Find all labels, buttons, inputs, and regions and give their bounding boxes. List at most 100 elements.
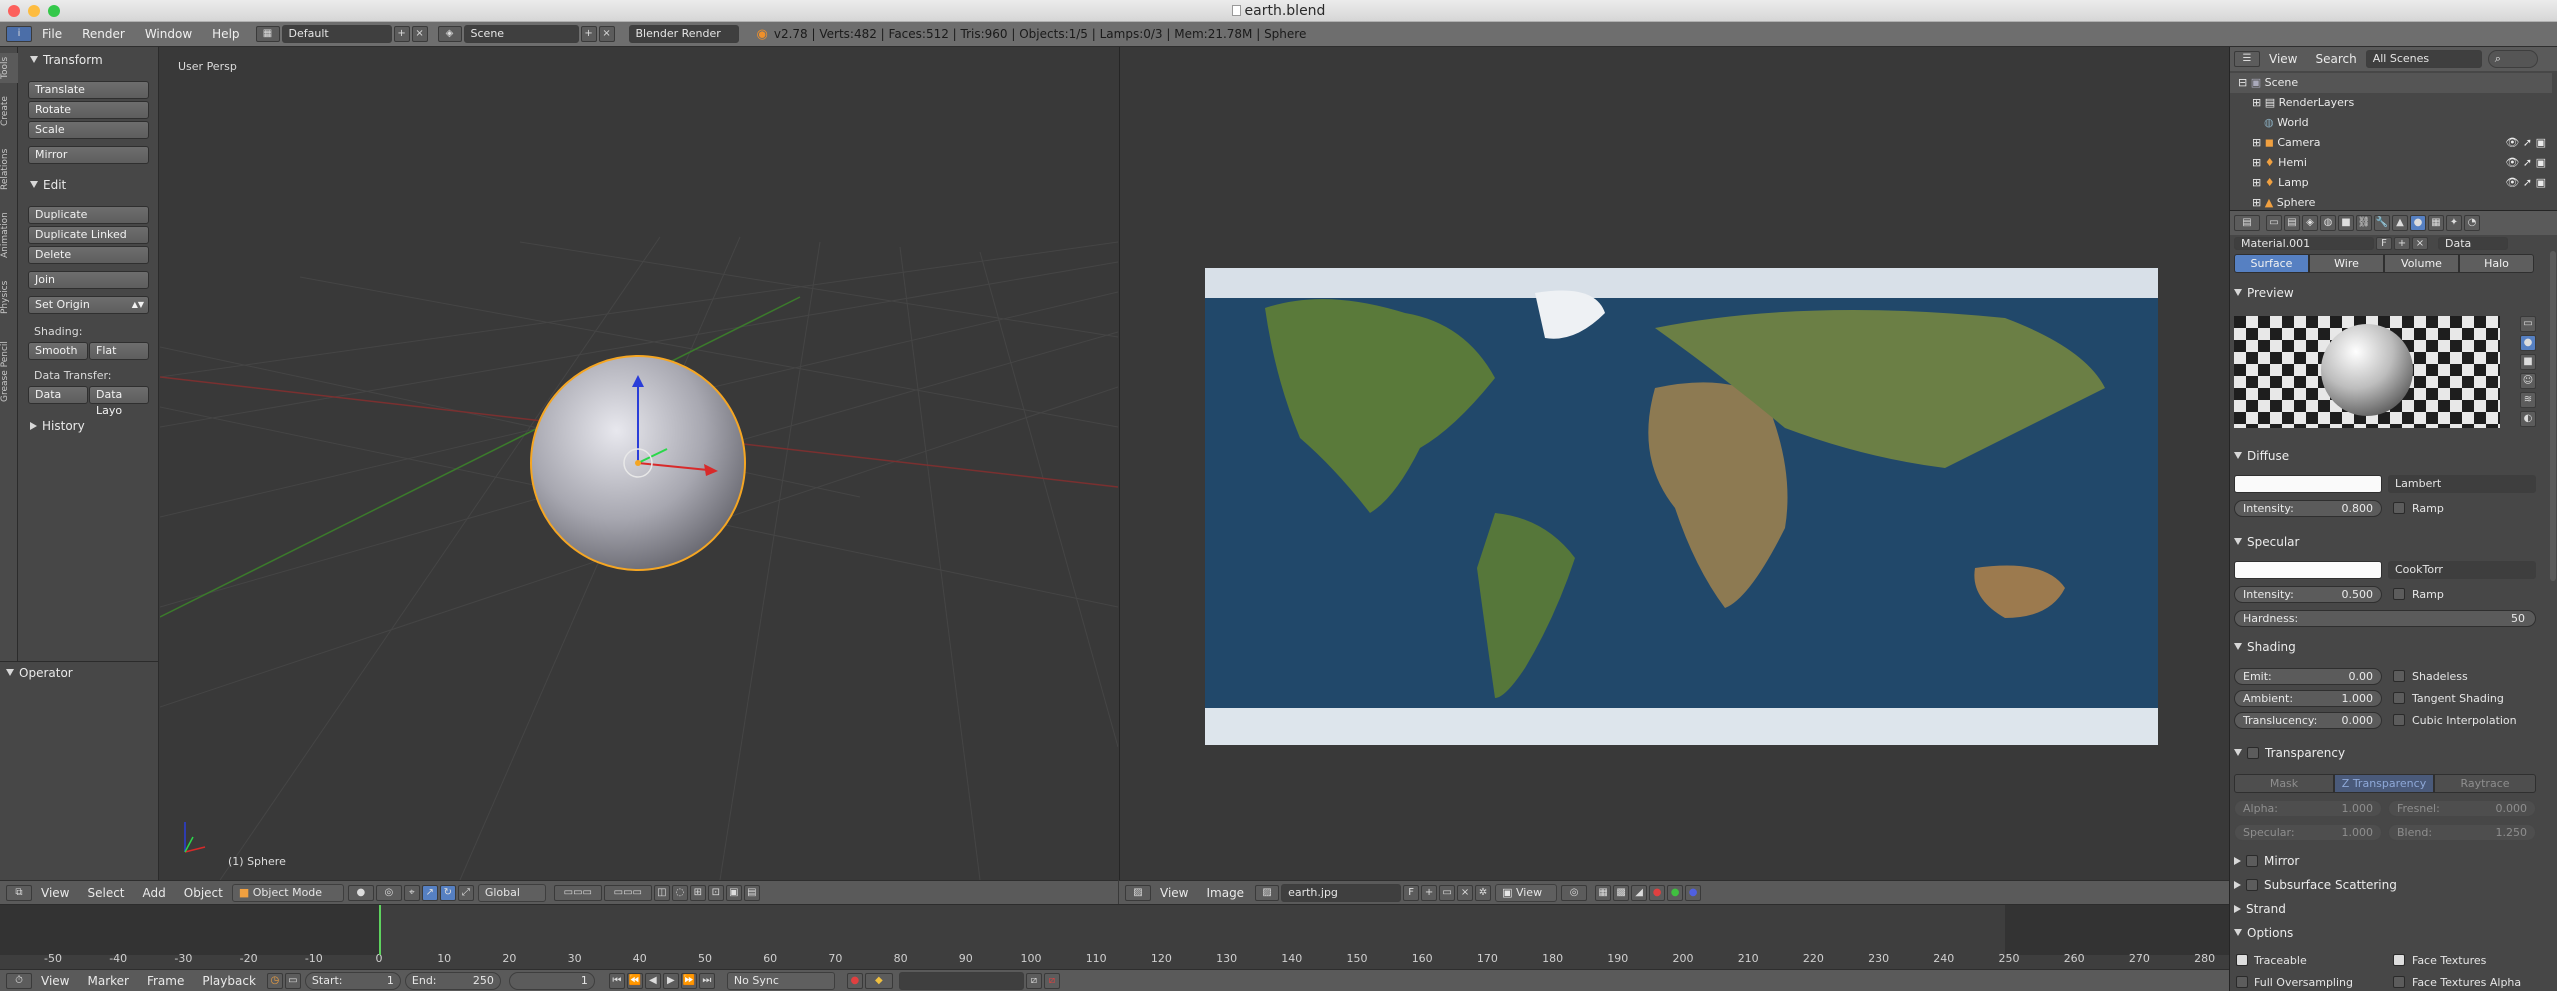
- translate-button[interactable]: Translate: [28, 81, 149, 99]
- tab-create[interactable]: Create: [0, 87, 18, 135]
- pin-image-icon[interactable]: ✲: [1475, 884, 1492, 901]
- keying-set-icon[interactable]: ◆: [864, 972, 893, 989]
- outliner-menu-view[interactable]: View: [2260, 52, 2306, 66]
- timeline-menu-playback[interactable]: Playback: [193, 974, 265, 988]
- duplicate-linked-button[interactable]: Duplicate Linked: [28, 226, 149, 244]
- outliner-item-renderlayers[interactable]: ⊞ ▤ RenderLayers: [2230, 93, 2552, 113]
- snap-icon[interactable]: ⊞: [689, 884, 706, 901]
- scene-field[interactable]: Scene: [463, 25, 579, 43]
- raytrace-transparency-tab[interactable]: Raytrace: [2434, 774, 2536, 793]
- blend-field[interactable]: Blend: 1.250: [2388, 824, 2536, 841]
- image-name-field[interactable]: earth.jpg: [1281, 883, 1402, 902]
- options-panel-header[interactable]: Options: [2234, 926, 2293, 940]
- tangent-shading-checkbox[interactable]: [2393, 692, 2405, 704]
- timeline-menu-view[interactable]: View: [32, 974, 78, 988]
- outliner-item-hemi[interactable]: ⊞ ♦ Hemi 👁 ➚ ▣: [2230, 153, 2552, 173]
- end-frame-field[interactable]: End: 250: [404, 971, 501, 990]
- browse-image-icon[interactable]: ▨: [1255, 884, 1280, 901]
- display-alpha-icon[interactable]: ▩: [1613, 884, 1630, 901]
- mode-select[interactable]: ■ Object Mode: [231, 883, 344, 902]
- display-mode-select[interactable]: All Scenes: [2365, 50, 2482, 68]
- scale-manipulator-icon[interactable]: ⤢: [457, 884, 474, 901]
- smooth-button[interactable]: Smooth: [28, 342, 88, 360]
- translate-manipulator-icon[interactable]: ↗: [421, 884, 438, 901]
- delete-keyframe-icon[interactable]: ⧄: [1043, 972, 1060, 989]
- display-z-icon[interactable]: ◢: [1631, 884, 1648, 901]
- minimize-window-button[interactable]: [28, 5, 40, 17]
- play-reverse-icon[interactable]: ◀: [644, 972, 661, 989]
- preview-sky-icon[interactable]: ◐: [2520, 411, 2536, 427]
- current-frame-indicator[interactable]: [379, 905, 381, 955]
- visibility-icons[interactable]: 👁 ➚ ▣: [2505, 153, 2546, 173]
- add-layout-icon[interactable]: +: [393, 26, 410, 42]
- scale-button[interactable]: Scale: [28, 121, 149, 139]
- screen-layout-icon[interactable]: ▦: [255, 26, 280, 42]
- lock-layers-icon[interactable]: ◫: [653, 884, 670, 901]
- editor-type-icon[interactable]: ⧉: [6, 884, 32, 901]
- editor-type-icon[interactable]: ⏱: [6, 972, 32, 989]
- modifiers-tab-icon[interactable]: 🔧: [2374, 215, 2390, 231]
- remove-scene-icon[interactable]: ×: [598, 26, 615, 42]
- diffuse-panel-header[interactable]: Diffuse: [2234, 449, 2289, 463]
- active-keying-set-field[interactable]: [898, 971, 1024, 990]
- menu-add[interactable]: Add: [134, 886, 175, 900]
- timeline-menu-frame[interactable]: Frame: [138, 974, 193, 988]
- outliner-item-camera[interactable]: ⊞ ◼ Camera 👁 ➚ ▣: [2230, 133, 2552, 153]
- menu-window[interactable]: Window: [135, 27, 202, 41]
- channel-red-icon[interactable]: ●: [1649, 884, 1666, 901]
- diffuse-shader-select[interactable]: Lambert: [2388, 475, 2536, 493]
- snap-element-icon[interactable]: ⊡: [707, 884, 724, 901]
- specular-ramp-checkbox[interactable]: [2393, 588, 2405, 600]
- timeline-menu-marker[interactable]: Marker: [78, 974, 137, 988]
- new-material-icon[interactable]: +: [2394, 237, 2410, 250]
- layers-2-icon[interactable]: ▭▭▭: [603, 884, 652, 901]
- set-origin-button[interactable]: Set Origin ▲▼: [28, 296, 149, 314]
- insert-keyframe-icon[interactable]: ⧄: [1025, 972, 1042, 989]
- diffuse-intensity-field[interactable]: Intensity: 0.800: [2234, 500, 2382, 517]
- mirror-button[interactable]: Mirror: [28, 146, 149, 164]
- face-textures-checkbox[interactable]: [2393, 954, 2405, 966]
- strand-panel-header[interactable]: Strand: [2234, 902, 2286, 916]
- 3d-viewport[interactable]: User Persp (1) Sphere: [160, 47, 1118, 880]
- specular-intensity-field[interactable]: Intensity: 0.500: [2234, 586, 2382, 603]
- image-menu-image[interactable]: Image: [1197, 886, 1253, 900]
- close-window-button[interactable]: [8, 5, 20, 17]
- menu-help[interactable]: Help: [202, 27, 249, 41]
- world-tab-icon[interactable]: ◍: [2320, 215, 2336, 231]
- render-tab-icon[interactable]: ▭: [2266, 215, 2282, 231]
- zoom-window-button[interactable]: [48, 5, 60, 17]
- transform-panel-header[interactable]: Transform: [30, 53, 103, 67]
- add-scene-icon[interactable]: +: [580, 26, 597, 42]
- rotate-button[interactable]: Rotate: [28, 101, 149, 119]
- texture-tab-icon[interactable]: ▦: [2428, 215, 2444, 231]
- pivot-icon[interactable]: ◎: [1561, 884, 1588, 901]
- channel-blue-icon[interactable]: ●: [1685, 884, 1702, 901]
- alpha-field[interactable]: Alpha: 1.000: [2234, 800, 2382, 817]
- tab-grease-pencil[interactable]: Grease Pencil: [0, 327, 18, 417]
- wire-tab[interactable]: Wire: [2309, 254, 2384, 273]
- diffuse-color-swatch[interactable]: [2234, 475, 2382, 493]
- outliner-item-scene[interactable]: ⊟ ▣ Scene: [2230, 73, 2552, 93]
- timeline-area[interactable]: -50 -40 -30 -20 -10 0 10 20 30 40 50 60 70 80 90 100 110…: [0, 904, 2229, 969]
- sync-mode-select[interactable]: No Sync: [726, 971, 835, 990]
- unlink-image-icon[interactable]: ×: [1457, 884, 1474, 901]
- image-menu-view[interactable]: View: [1151, 886, 1197, 900]
- lock-range-icon[interactable]: ▭: [284, 972, 301, 989]
- outliner-item-world[interactable]: ◍ World: [2230, 113, 2552, 133]
- cubic-interpolation-checkbox[interactable]: [2393, 714, 2405, 726]
- data-tab-icon[interactable]: ▲: [2392, 215, 2408, 231]
- remove-layout-icon[interactable]: ×: [411, 26, 428, 42]
- render-layers-tab-icon[interactable]: ▤: [2284, 215, 2300, 231]
- display-rgba-icon[interactable]: ▦: [1595, 884, 1612, 901]
- transparency-specular-field[interactable]: Specular: 1.000: [2234, 824, 2382, 841]
- scene-tab-icon[interactable]: ◈: [2302, 215, 2318, 231]
- delete-button[interactable]: Delete: [28, 246, 149, 264]
- specular-panel-header[interactable]: Specular: [2234, 535, 2299, 549]
- properties-scrollbar[interactable]: [2550, 251, 2556, 581]
- render-engine-select[interactable]: Blender Render: [628, 25, 739, 43]
- material-link-select[interactable]: Data: [2438, 237, 2508, 250]
- specular-color-swatch[interactable]: [2234, 561, 2382, 579]
- image-mode-select[interactable]: ▣ View: [1495, 883, 1558, 902]
- translucency-field[interactable]: Translucency: 0.000: [2234, 712, 2382, 729]
- tab-physics[interactable]: Physics: [0, 272, 18, 322]
